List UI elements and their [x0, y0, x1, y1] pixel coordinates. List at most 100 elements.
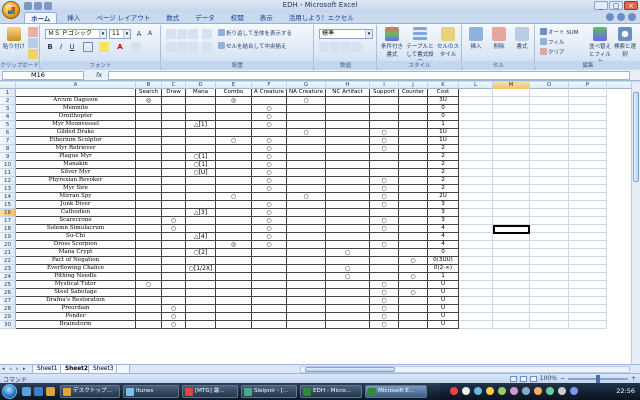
clear-button[interactable]: クリア	[540, 48, 565, 57]
cell[interactable]	[493, 105, 530, 113]
cell[interactable]: △[4]	[186, 233, 216, 241]
cell[interactable]	[530, 233, 569, 241]
cell[interactable]	[399, 121, 428, 129]
cell[interactable]	[530, 161, 569, 169]
taskbar-item-sleipnir[interactable]: Sleipnir - [...	[241, 385, 297, 398]
cell[interactable]: ○	[252, 185, 287, 193]
cell[interactable]	[186, 137, 216, 145]
align-left-icon[interactable]	[166, 42, 176, 52]
cell[interactable]: ○	[370, 201, 399, 209]
cell[interactable]: 0	[428, 249, 459, 257]
column-header-l[interactable]: L	[459, 82, 493, 89]
undo-icon[interactable]	[34, 2, 42, 10]
cell[interactable]: ○	[252, 177, 287, 185]
cell[interactable]	[493, 161, 530, 169]
cell[interactable]	[530, 193, 569, 201]
cell[interactable]	[530, 129, 569, 137]
normal-view-icon[interactable]	[509, 375, 517, 382]
cell[interactable]	[136, 305, 162, 313]
orientation-icon[interactable]	[202, 29, 212, 39]
cell[interactable]	[569, 257, 607, 265]
cell[interactable]: ○	[326, 265, 370, 273]
indent-icon[interactable]	[202, 42, 212, 52]
cell[interactable]: ○[1]	[186, 153, 216, 161]
cell[interactable]	[569, 153, 607, 161]
cell[interactable]: ○	[370, 297, 399, 305]
cell[interactable]	[326, 289, 370, 297]
cell[interactable]	[569, 265, 607, 273]
row-header[interactable]: 21	[0, 249, 16, 257]
cell[interactable]: ○	[162, 313, 186, 321]
cell[interactable]	[216, 129, 252, 137]
cell[interactable]	[186, 177, 216, 185]
cell[interactable]	[186, 313, 216, 321]
cell[interactable]	[287, 153, 326, 161]
cell[interactable]	[136, 321, 162, 329]
cell[interactable]	[287, 113, 326, 121]
cell[interactable]: ○	[252, 161, 287, 169]
percent-icon[interactable]	[330, 42, 340, 52]
cell[interactable]	[530, 97, 569, 105]
cell[interactable]: U	[428, 297, 459, 305]
card-name-cell[interactable]: Steel Sabotage	[16, 289, 136, 297]
cell[interactable]: ○	[370, 137, 399, 145]
cell[interactable]	[252, 129, 287, 137]
cell[interactable]	[162, 121, 186, 129]
cell[interactable]	[186, 97, 216, 105]
taskbar-item-mtg[interactable]: [MTG] 最...	[182, 385, 238, 398]
redo-icon[interactable]	[44, 2, 52, 10]
cell[interactable]: ○	[370, 305, 399, 313]
cell[interactable]: ○	[326, 249, 370, 257]
column-title-cell[interactable]: Mana	[186, 89, 216, 97]
page-layout-view-icon[interactable]	[519, 375, 527, 382]
cell[interactable]: 1	[428, 273, 459, 281]
card-name-cell[interactable]: Myr Sire	[16, 185, 136, 193]
cell[interactable]	[186, 185, 216, 193]
row-header[interactable]: 25	[0, 281, 16, 289]
cell[interactable]	[569, 313, 607, 321]
cell[interactable]	[370, 153, 399, 161]
cell[interactable]	[569, 281, 607, 289]
cell[interactable]: ○[1]	[186, 161, 216, 169]
cell[interactable]: 0(3UU)	[428, 257, 459, 265]
format-painter-icon[interactable]	[28, 49, 38, 59]
cell[interactable]	[399, 209, 428, 217]
cell[interactable]	[399, 233, 428, 241]
cell[interactable]	[186, 305, 216, 313]
cell[interactable]	[459, 121, 493, 129]
cell[interactable]	[569, 233, 607, 241]
cell[interactable]	[136, 249, 162, 257]
cell[interactable]	[493, 217, 530, 225]
column-title-cell[interactable]	[530, 89, 569, 97]
cell[interactable]	[216, 249, 252, 257]
cell[interactable]	[493, 169, 530, 177]
cell[interactable]	[216, 297, 252, 305]
cell[interactable]	[530, 321, 569, 329]
cell[interactable]	[569, 241, 607, 249]
cell[interactable]	[399, 129, 428, 137]
cell[interactable]	[459, 273, 493, 281]
cell[interactable]	[216, 169, 252, 177]
column-title-cell[interactable]	[493, 89, 530, 97]
column-header-e[interactable]: E	[216, 82, 252, 89]
cell[interactable]	[136, 313, 162, 321]
cell[interactable]	[326, 177, 370, 185]
cell[interactable]: 0(2-∞)	[428, 265, 459, 273]
cell[interactable]	[370, 249, 399, 257]
cell[interactable]	[370, 161, 399, 169]
cell[interactable]	[136, 177, 162, 185]
row-header[interactable]: 3	[0, 105, 16, 113]
cell[interactable]	[569, 97, 607, 105]
cell[interactable]	[459, 129, 493, 137]
cell[interactable]: ◎	[216, 241, 252, 249]
cell[interactable]	[252, 289, 287, 297]
cell[interactable]	[530, 169, 569, 177]
cell[interactable]	[569, 305, 607, 313]
zoom-slider[interactable]	[567, 374, 628, 383]
cell[interactable]	[530, 297, 569, 305]
cell[interactable]	[287, 161, 326, 169]
card-name-cell[interactable]: Plague Myr	[16, 153, 136, 161]
borders-icon[interactable]	[83, 42, 93, 52]
cell[interactable]	[216, 321, 252, 329]
cell[interactable]	[370, 105, 399, 113]
